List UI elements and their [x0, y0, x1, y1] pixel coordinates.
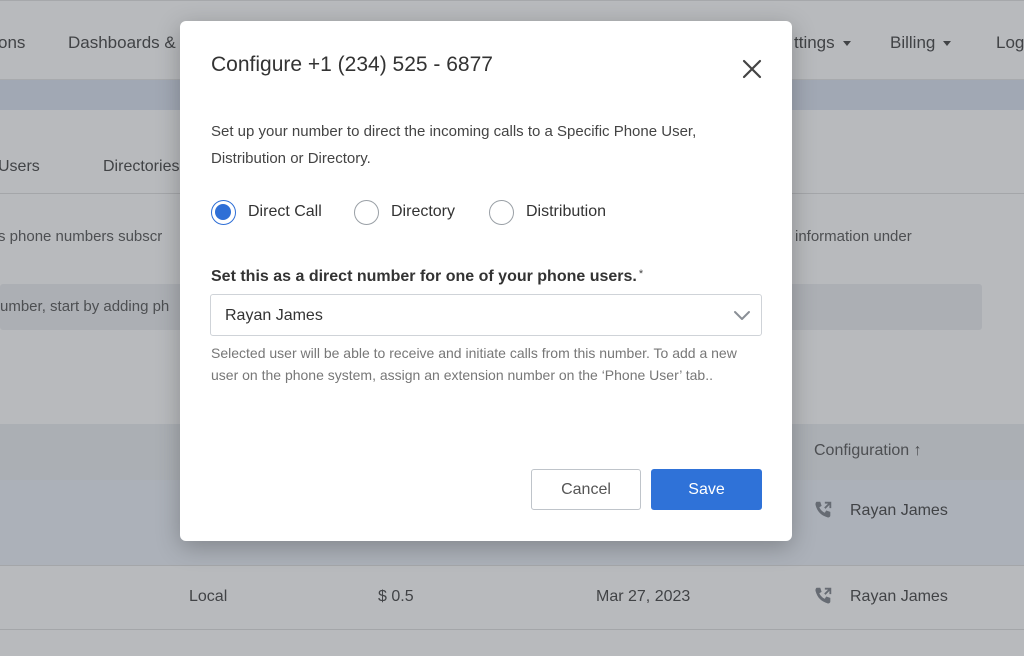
save-button[interactable]: Save	[651, 469, 762, 510]
phone-user-field-label: Set this as a direct number for one of y…	[211, 268, 644, 285]
radio-indicator[interactable]	[354, 199, 379, 225]
radio-label: Direct Call	[248, 203, 322, 220]
chevron-down-icon	[734, 311, 750, 320]
dialog-title: Configure +1 (234) 525 - 6877	[211, 53, 493, 76]
radio-directory[interactable]: Directory	[354, 199, 455, 225]
radio-label: Distribution	[526, 203, 607, 220]
radio-label: Directory	[391, 203, 456, 220]
close-icon[interactable]	[738, 55, 766, 83]
cancel-button[interactable]: Cancel	[531, 469, 641, 510]
radio-indicator[interactable]	[489, 199, 514, 225]
selected-user-value: Rayan James	[225, 307, 323, 324]
radio-distribution[interactable]: Distribution	[489, 199, 606, 225]
required-marker: *	[638, 268, 644, 280]
dialog-description: Set up your number to direct the incomin…	[211, 123, 697, 167]
configure-number-dialog: Configure +1 (234) 525 - 6877 Set up you…	[180, 21, 792, 541]
radio-direct-call[interactable]: Direct Call	[211, 199, 322, 225]
field-help-text: Selected user will be able to receive an…	[211, 345, 737, 383]
radio-selected-indicator[interactable]	[211, 199, 236, 225]
phone-user-select[interactable]: Rayan James	[210, 294, 762, 336]
